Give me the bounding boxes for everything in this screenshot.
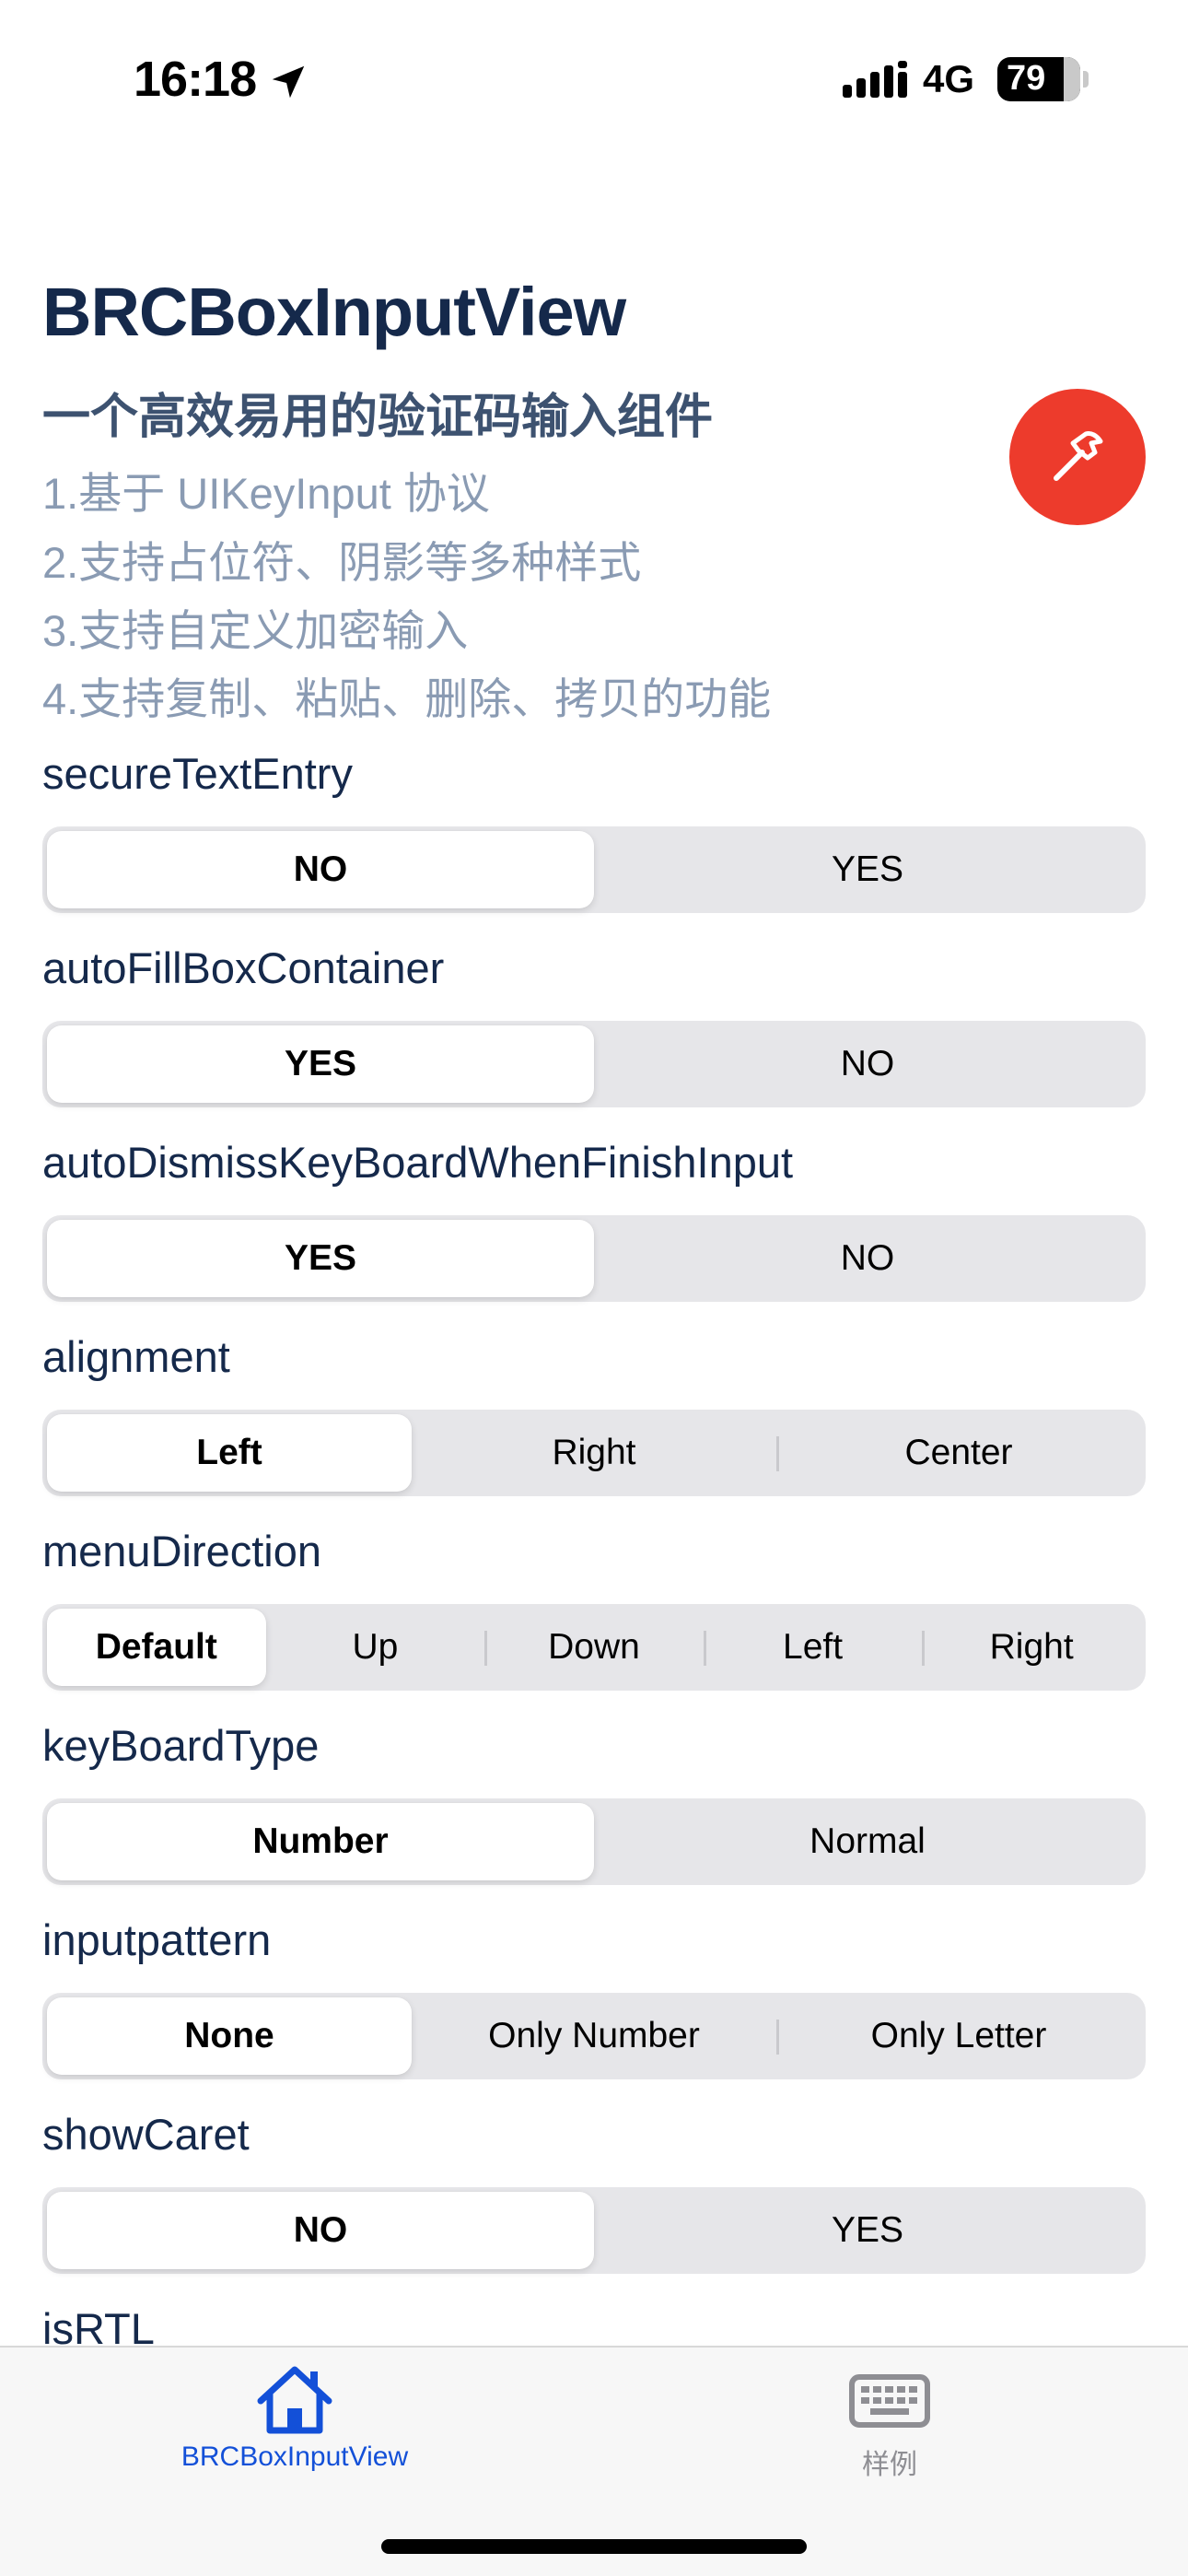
status-bar: 16:18 4G 79 [0, 0, 1188, 161]
feature-item: 1.基于 UIKeyInput 协议 [42, 469, 490, 518]
segment-option[interactable]: Up [266, 1609, 485, 1686]
feature-item: 3.支持自定义加密输入 [42, 606, 469, 655]
location-arrow-icon [272, 65, 305, 99]
option-label-auto-fill-box-container: autoFillBoxContainer [42, 943, 445, 992]
segment-option[interactable]: Down [484, 1609, 704, 1686]
option-label-auto-dismiss-keyboard: autoDismissKeyBoardWhenFinishInput [42, 1138, 794, 1187]
segment-option[interactable]: Left [703, 1609, 923, 1686]
segment-option[interactable]: Only Letter [776, 1997, 1141, 2075]
segment-option[interactable]: Left [47, 1414, 412, 1492]
network-type: 4G [923, 57, 975, 100]
home-indicator[interactable] [381, 2539, 807, 2554]
segment-option[interactable]: YES [47, 1025, 594, 1103]
option-label-alignment: alignment [42, 1332, 230, 1381]
segment-option[interactable]: Default [47, 1609, 266, 1686]
segment-option[interactable]: Only Number [412, 1997, 776, 2075]
option-label-secure-text-entry: secureTextEntry [42, 749, 353, 798]
option-label-input-pattern: inputpattern [42, 1915, 272, 1964]
feature-item: 2.支持占位符、阴影等多种样式 [42, 538, 642, 587]
hammer-button[interactable] [1009, 389, 1146, 525]
option-label-show-caret: showCaret [42, 2110, 250, 2159]
tab-label: 样例 [862, 2450, 917, 2480]
segment-option[interactable]: Normal [594, 1803, 1141, 1880]
hammer-icon [1054, 431, 1103, 481]
segment-option[interactable]: Right [412, 1414, 776, 1492]
feature-item: 4.支持复制、粘贴、删除、拷贝的功能 [42, 674, 772, 723]
segmented-menu-direction: Default Up Down Left Right [42, 1604, 1146, 1691]
segment-option[interactable]: YES [594, 831, 1141, 908]
segment-option[interactable]: YES [47, 1220, 594, 1297]
signal-bars-icon [843, 61, 907, 98]
segment-option[interactable]: YES [594, 2192, 1141, 2269]
segment-option[interactable]: NO [47, 831, 594, 908]
battery-level: 79 [1007, 59, 1046, 98]
segmented-auto-fill-box-container: YES NO [42, 1021, 1146, 1107]
segment-option[interactable]: NO [594, 1025, 1141, 1103]
segment-option[interactable]: Right [922, 1609, 1141, 1686]
segment-option[interactable]: None [47, 1997, 412, 2075]
page-title: BRCBoxInputView [42, 274, 626, 350]
page-subtitle: 一个高效易用的验证码输入组件 [42, 391, 714, 444]
keyboard-icon [849, 2374, 930, 2428]
house-icon [257, 2366, 332, 2434]
option-label-keyboard-type: keyBoardType [42, 1721, 320, 1770]
segmented-alignment: Left Right Center [42, 1410, 1146, 1496]
segment-option[interactable]: Center [776, 1414, 1141, 1492]
tab-brcboxinputview[interactable]: BRCBoxInputView [64, 2364, 525, 2473]
segmented-show-caret: NO YES [42, 2187, 1146, 2274]
tab-label: BRCBoxInputView [181, 2441, 409, 2472]
battery-icon: 79 [997, 57, 1080, 101]
tab-examples[interactable]: 样例 [659, 2364, 1120, 2482]
segment-option[interactable]: NO [594, 1220, 1141, 1297]
segmented-auto-dismiss-keyboard: YES NO [42, 1215, 1146, 1302]
segment-option[interactable]: NO [47, 2192, 594, 2269]
segmented-secure-text-entry: NO YES [42, 826, 1146, 913]
segment-option[interactable]: Number [47, 1803, 594, 1880]
option-label-menu-direction: menuDirection [42, 1527, 322, 1575]
segmented-input-pattern: None Only Number Only Letter [42, 1993, 1146, 2079]
battery-cap [1083, 71, 1089, 88]
status-time: 16:18 [134, 52, 257, 107]
segmented-keyboard-type: Number Normal [42, 1798, 1146, 1885]
